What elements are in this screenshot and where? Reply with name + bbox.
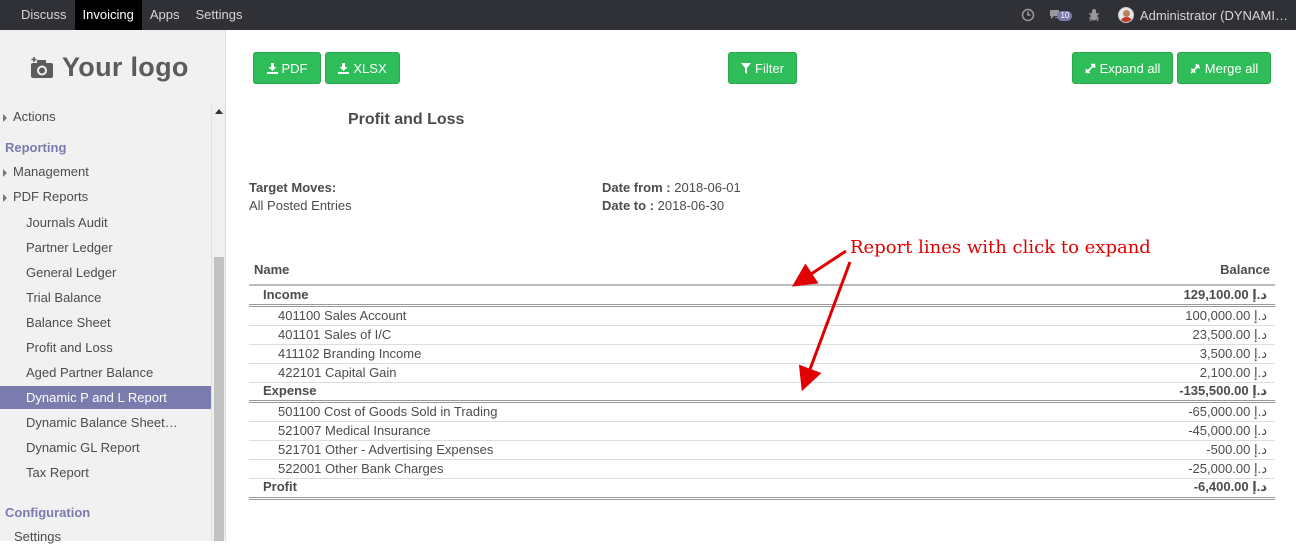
- arrow-to-income: [791, 249, 847, 287]
- annotation-arrows: [791, 249, 852, 392]
- arrow-to-expense: [798, 261, 852, 392]
